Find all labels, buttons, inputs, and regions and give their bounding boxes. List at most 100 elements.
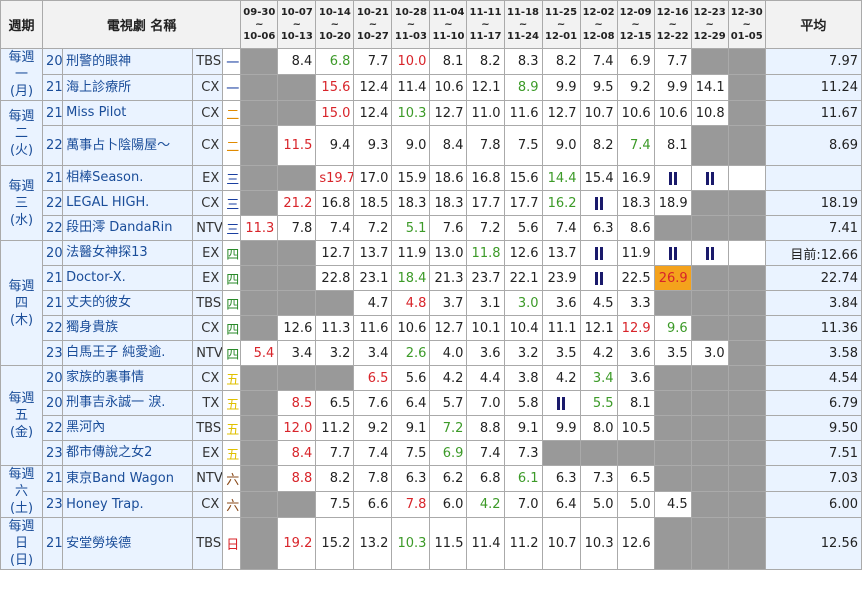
- drama-title-link[interactable]: 丈夫的彼女: [66, 295, 187, 311]
- drama-title-link[interactable]: 東京Band Wagon: [66, 471, 187, 487]
- rating-cell: 7.0: [466, 390, 505, 416]
- network-cell: EX: [192, 440, 224, 466]
- timeslot-cell: 23: [42, 491, 64, 518]
- drama-title-cell[interactable]: 都市傳說之女2: [62, 440, 194, 466]
- no-broadcast-cell: [690, 215, 729, 241]
- rating-cell: 8.0: [579, 415, 618, 441]
- rating-cell: 15.9: [391, 165, 431, 191]
- pause-icon: [705, 246, 709, 260]
- drama-title-link[interactable]: 刑警的眼神: [66, 54, 187, 70]
- drama-title-link[interactable]: 安堂勞埃德: [66, 536, 187, 552]
- rating-cell: 18.3: [391, 190, 431, 216]
- network-cell: EX: [192, 240, 224, 266]
- rating-cell: 13.2: [353, 517, 393, 570]
- rating-cell: 15.6: [503, 165, 543, 191]
- rating-cell: 3.4: [277, 340, 317, 366]
- table-row: 22 段田澪 DandaRin NTV 三 11.3 7.8 7.4 7.2 5.1 7.6 7.2…: [1, 215, 862, 241]
- no-broadcast-cell: [690, 517, 729, 570]
- drama-title-link[interactable]: 萬事占卜陰陽屋～: [66, 138, 187, 154]
- no-broadcast-cell: [690, 491, 729, 518]
- drama-title-link[interactable]: 刑事吉永誠一 淚.: [66, 395, 187, 411]
- drama-title-cell[interactable]: 刑警的眼神: [62, 48, 194, 75]
- drama-title-cell[interactable]: Honey Trap.: [62, 491, 194, 518]
- drama-title-link[interactable]: LEGAL HIGH.: [66, 195, 187, 211]
- drama-title-link[interactable]: 黑河內: [66, 420, 187, 436]
- drama-title-link[interactable]: 法醫女神探13: [66, 245, 187, 261]
- rating-cell: 23.1: [353, 265, 393, 291]
- pause-icon: [599, 246, 603, 260]
- drama-title-cell[interactable]: 法醫女神探13: [62, 240, 194, 266]
- no-broadcast-cell: [653, 517, 692, 570]
- weekday-marker: 二: [222, 125, 242, 166]
- timeslot-cell: 20: [42, 390, 64, 416]
- drama-title-cell[interactable]: 丈夫的彼女: [62, 290, 194, 316]
- drama-title-cell[interactable]: 萬事占卜陰陽屋～: [62, 125, 194, 166]
- rating-cell: 9.3: [353, 125, 393, 166]
- weekday-marker: 五: [222, 365, 242, 391]
- drama-title-cell[interactable]: 海上診療所: [62, 74, 194, 101]
- average-cell: 11.36: [764, 315, 862, 341]
- rating-cell: 18.6: [429, 165, 468, 191]
- pause-icon: [594, 246, 598, 260]
- rating-cell: 4.2: [466, 491, 505, 518]
- weekday-marker: 一: [222, 74, 242, 101]
- rating-cell: 10.6: [653, 100, 692, 126]
- rating-cell: 10.3: [391, 100, 431, 126]
- weekday-marker: 五: [222, 390, 242, 416]
- no-broadcast-cell: [727, 100, 766, 126]
- weekday-label: 每週: [8, 519, 35, 534]
- drama-title-link[interactable]: 段田澪 DandaRin: [66, 220, 187, 236]
- drama-title-link[interactable]: 都市傳說之女2: [66, 445, 187, 461]
- rating-cell: 8.9: [503, 74, 543, 101]
- rating-cell: 7.6: [353, 390, 393, 416]
- drama-title-cell[interactable]: Miss Pilot: [62, 100, 194, 126]
- rating-cell: 7.2: [466, 215, 505, 241]
- weekday-label: (木): [9, 312, 34, 328]
- rating-cell: 15.6: [315, 74, 355, 101]
- drama-title-link[interactable]: 家族的裏事情: [66, 370, 187, 386]
- paused-cell: [579, 190, 618, 216]
- drama-title-cell[interactable]: 刑事吉永誠一 淚.: [62, 390, 194, 416]
- network-cell: CX: [192, 100, 224, 126]
- paused-cell: [690, 240, 729, 266]
- rating-cell: 8.2: [466, 48, 505, 75]
- weekday-label: 每週: [8, 467, 35, 482]
- drama-title-link[interactable]: 海上診療所: [66, 80, 187, 96]
- timeslot-cell: 20: [42, 365, 64, 391]
- rating-cell: 8.3: [503, 48, 543, 75]
- rating-cell: 14.1: [690, 74, 729, 101]
- drama-title-cell[interactable]: 家族的裏事情: [62, 365, 194, 391]
- drama-title-link[interactable]: 獨身貴族: [66, 320, 187, 336]
- drama-title-cell[interactable]: 相棒Season.: [62, 165, 194, 191]
- drama-title-cell[interactable]: Doctor-X.: [62, 265, 194, 291]
- drama-title-link[interactable]: 白馬王子 純愛逾.: [66, 345, 187, 361]
- rating-cell: 6.4: [391, 390, 431, 416]
- drama-title-link[interactable]: Doctor-X.: [66, 270, 187, 286]
- no-broadcast-cell: [727, 440, 766, 466]
- no-broadcast-cell: [690, 465, 729, 492]
- no-broadcast-cell: [690, 415, 729, 441]
- drama-title-cell[interactable]: 獨身貴族: [62, 315, 194, 341]
- drama-title-cell[interactable]: LEGAL HIGH.: [62, 190, 194, 216]
- rating-cell: 7.4: [616, 125, 655, 166]
- rating-cell: 10.5: [616, 415, 655, 441]
- rating-cell: 7.0: [503, 491, 543, 518]
- rating-cell: 9.0: [541, 125, 581, 166]
- drama-title-cell[interactable]: 黑河內: [62, 415, 194, 441]
- rating-cell: 10.4: [503, 315, 543, 341]
- drama-title-cell[interactable]: 段田澪 DandaRin: [62, 215, 194, 241]
- drama-title-link[interactable]: Miss Pilot: [66, 105, 187, 121]
- header-week: 10-07 ~10-13: [277, 0, 317, 49]
- drama-title-cell[interactable]: 白馬王子 純愛逾.: [62, 340, 194, 366]
- rating-cell: 8.8: [277, 465, 317, 492]
- rating-cell: 15.4: [579, 165, 618, 191]
- rating-cell: 11.9: [391, 240, 431, 266]
- drama-title-cell[interactable]: 安堂勞埃德: [62, 517, 194, 570]
- rating-cell: s19.7: [315, 165, 355, 191]
- drama-title-link[interactable]: Honey Trap.: [66, 497, 187, 513]
- rating-cell: 7.5: [391, 440, 431, 466]
- rating-cell: 5.8: [503, 390, 543, 416]
- drama-title-link[interactable]: 相棒Season.: [66, 170, 187, 186]
- rating-cell: 3.2: [315, 340, 355, 366]
- drama-title-cell[interactable]: 東京Band Wagon: [62, 465, 194, 492]
